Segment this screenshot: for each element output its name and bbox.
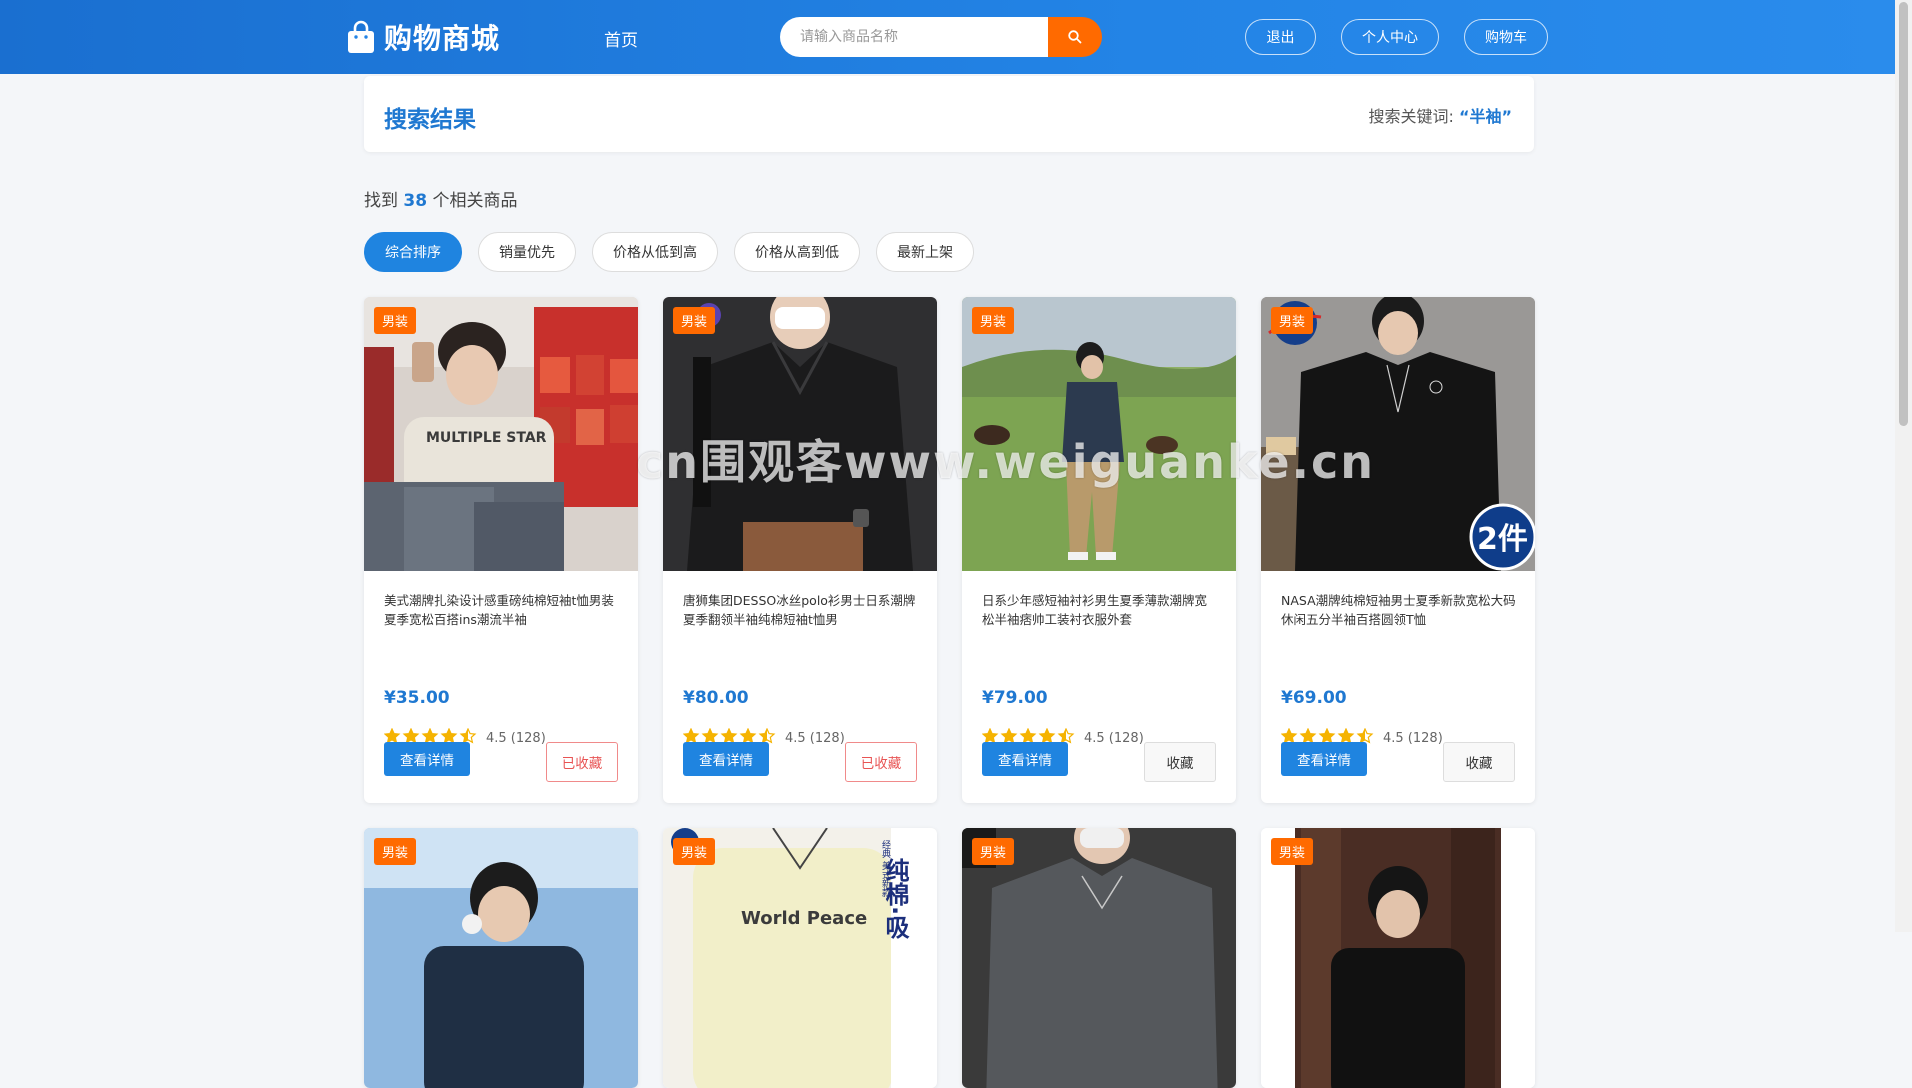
- product-card: 2件 男装 NASA潮牌纯棉短袖男士夏季新款宽松大码休闲五分半袖百搭圆领T恤 ¥…: [1261, 297, 1535, 803]
- logo-text: 购物商城: [384, 22, 501, 55]
- logo[interactable]: 购物商城: [346, 17, 500, 57]
- result-count: 找到 38 个相关商品: [364, 186, 517, 211]
- product-card: MULTIPLE STAR 男装 美式潮牌扎染设计感重磅纯棉短袖t恤男装夏季宽松…: [364, 297, 638, 803]
- sort-newest-button[interactable]: 最新上架: [876, 232, 974, 272]
- star-icon: [1038, 727, 1056, 744]
- sort-default-button[interactable]: 综合排序: [364, 232, 462, 272]
- category-tag: 男装: [972, 307, 1015, 334]
- product-image[interactable]: MULTIPLE STAR 男装: [364, 297, 638, 571]
- top-header: 购物商城 首页 退出 个人中心 购物车: [0, 0, 1912, 74]
- scrollbar-thumb[interactable]: [1899, 2, 1908, 426]
- search-icon: [1068, 30, 1082, 44]
- product-image[interactable]: 男装: [962, 828, 1236, 1088]
- profile-button[interactable]: 个人中心: [1341, 19, 1439, 55]
- search-keyword-label: 搜索关键词:: [1368, 107, 1454, 126]
- view-detail-button[interactable]: 查看详情: [384, 742, 470, 776]
- rating-text: 4.5 (128): [486, 730, 546, 746]
- search-bar: [780, 17, 1102, 57]
- sort-price-desc-button[interactable]: 价格从高到低: [734, 232, 860, 272]
- favorite-button[interactable]: 收藏: [1443, 742, 1515, 782]
- star-icon: [440, 727, 458, 744]
- search-result-panel: 搜索结果 搜索关键词: “半袖”: [364, 76, 1534, 152]
- page-title: 搜索结果: [384, 107, 476, 133]
- rating-text: 4.5 (128): [1084, 730, 1144, 746]
- product-price: ¥79.00: [982, 688, 1048, 708]
- shopping-bag-icon: [348, 20, 374, 53]
- sort-price-asc-button[interactable]: 价格从低到高: [592, 232, 718, 272]
- sort-tabs: 综合排序 销量优先 价格从低到高 价格从高到低 最新上架: [364, 232, 990, 272]
- search-keyword: 搜索关键词: “半袖”: [1368, 103, 1512, 127]
- image-side-small-text: 经典 美式新款: [880, 839, 891, 898]
- star-icon: [981, 727, 999, 744]
- product-price: ¥80.00: [683, 688, 749, 708]
- star-icon: [421, 727, 439, 744]
- product-name[interactable]: NASA潮牌纯棉短袖男士夏季新款宽松大码休闲五分半袖百搭圆领T恤: [1281, 591, 1517, 629]
- nav-home-link[interactable]: 首页: [604, 26, 638, 51]
- image-print-text: World Peace: [741, 908, 867, 929]
- favorite-button[interactable]: 已收藏: [845, 742, 917, 782]
- star-icon: [720, 727, 738, 744]
- product-price: ¥69.00: [1281, 688, 1347, 708]
- favorite-button[interactable]: 收藏: [1144, 742, 1216, 782]
- svg-text:MULTIPLE STAR: MULTIPLE STAR: [426, 430, 547, 446]
- star-icon: [1299, 727, 1317, 744]
- product-price: ¥35.00: [384, 688, 450, 708]
- product-card: 男装: [962, 828, 1236, 1088]
- star-icon: [1318, 727, 1336, 744]
- star-icon: [1280, 727, 1298, 744]
- search-input[interactable]: [780, 17, 1048, 57]
- view-detail-button[interactable]: 查看详情: [1281, 742, 1367, 776]
- product-image[interactable]: 男装: [1261, 828, 1535, 1088]
- star-icon: [459, 727, 477, 744]
- product-name[interactable]: 唐狮集团DESSO冰丝polo衫男士日系潮牌夏季翻领半袖纯棉短袖t恤男: [683, 591, 919, 629]
- category-tag: 男装: [972, 838, 1015, 865]
- star-icon: [1057, 727, 1075, 744]
- star-icon: [758, 727, 776, 744]
- result-count-suffix: 个相关商品: [432, 191, 518, 211]
- star-icon: [701, 727, 719, 744]
- star-icon: [402, 727, 420, 744]
- search-button[interactable]: [1048, 17, 1102, 57]
- rating-text: 4.5 (128): [1383, 730, 1443, 746]
- star-icon: [682, 727, 700, 744]
- product-image[interactable]: 男装: [364, 828, 638, 1088]
- view-detail-button[interactable]: 查看详情: [683, 742, 769, 776]
- search-keyword-value: “半袖”: [1458, 107, 1512, 126]
- category-tag: 男装: [673, 307, 716, 334]
- image-sticker-text: 2件: [1477, 522, 1528, 557]
- category-tag: 男装: [374, 838, 417, 865]
- product-name[interactable]: 美式潮牌扎染设计感重磅纯棉短袖t恤男装夏季宽松百搭ins潮流半袖: [384, 591, 620, 629]
- product-card: 男装: [364, 828, 638, 1088]
- watermark: cn围观客www.weiguanke.cn: [636, 435, 1376, 489]
- star-icon: [739, 727, 757, 744]
- category-tag: 男装: [374, 307, 417, 334]
- category-tag: 男装: [1271, 838, 1314, 865]
- product-card: World Peace 纯棉·吸 经典 美式新款 男装: [663, 828, 937, 1088]
- cart-button[interactable]: 购物车: [1464, 19, 1548, 55]
- sort-sales-button[interactable]: 销量优先: [478, 232, 576, 272]
- star-icon: [383, 727, 401, 744]
- product-image[interactable]: World Peace 纯棉·吸 经典 美式新款 男装: [663, 828, 937, 1088]
- product-card: 男装 日系少年感短袖衬衫男生夏季薄款潮牌宽松半袖痞帅工装衬衣服外套 ¥79.00…: [962, 297, 1236, 803]
- result-count-value: 38: [403, 191, 428, 211]
- product-card: 男装: [1261, 828, 1535, 1088]
- category-tag: 男装: [673, 838, 716, 865]
- page-scrollbar[interactable]: [1895, 0, 1912, 932]
- star-icon: [1019, 727, 1037, 744]
- rating-text: 4.5 (128): [785, 730, 845, 746]
- product-card: 团 男装 唐狮集团DESSO冰丝polo衫男士日系潮牌夏季翻领半袖纯棉短袖t恤男…: [663, 297, 937, 803]
- logout-button[interactable]: 退出: [1245, 19, 1316, 55]
- star-icon: [1000, 727, 1018, 744]
- favorite-button[interactable]: 已收藏: [546, 742, 618, 782]
- result-count-prefix: 找到: [364, 191, 398, 211]
- product-name[interactable]: 日系少年感短袖衬衫男生夏季薄款潮牌宽松半袖痞帅工装衬衣服外套: [982, 591, 1218, 629]
- view-detail-button[interactable]: 查看详情: [982, 742, 1068, 776]
- star-icon: [1337, 727, 1355, 744]
- category-tag: 男装: [1271, 307, 1314, 334]
- star-icon: [1356, 727, 1374, 744]
